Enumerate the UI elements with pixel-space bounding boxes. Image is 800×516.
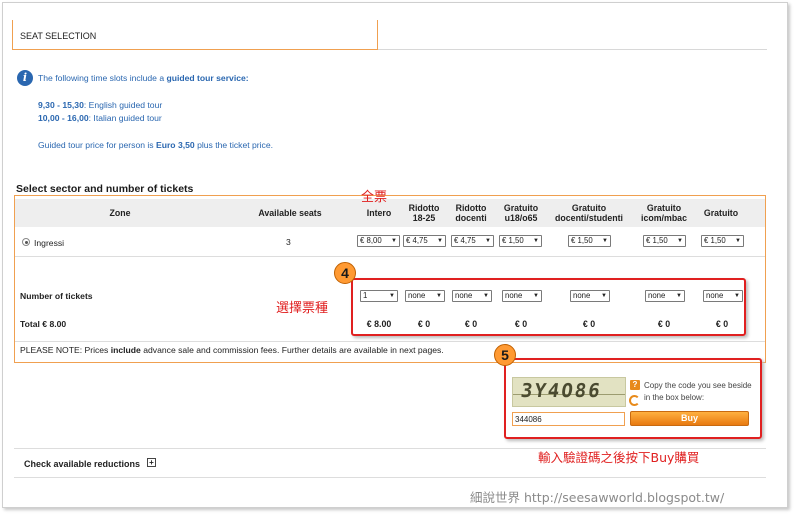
section-title: Select sector and number of tickets (16, 183, 194, 195)
col-header-gratuito-icom: Gratuito icom/mbac (641, 203, 687, 223)
row-divider (15, 256, 765, 257)
captcha-hint: Copy the code you see beside in the box … (644, 381, 752, 402)
unit-price-select[interactable]: € 1,50 ▼ (701, 235, 744, 247)
total-label: Total € 8.00 (20, 319, 67, 329)
captcha-code-text: 3Y4O86 (519, 380, 604, 402)
zone-name: Ingressi (34, 238, 65, 248)
expand-plus-icon[interactable]: + (147, 458, 156, 467)
watermark: 細說世界 http://seesawworld.blogspot.tw/ (470, 490, 725, 505)
unit-price-select[interactable]: € 4,75 ▼ (451, 235, 494, 247)
guided-tour-intro: The following time slots include a guide… (38, 73, 249, 83)
row-divider (15, 341, 765, 342)
unit-price-select[interactable]: € 1,50 ▼ (643, 235, 686, 247)
slot-italian: 10,00 - 16,00: Italian guided tour (38, 113, 162, 123)
help-icon[interactable]: ? (630, 380, 640, 390)
captcha-image: 3Y4O86 (512, 377, 626, 407)
seat-selection-title: SEAT SELECTION (20, 31, 97, 41)
col-header-gratuito: Gratuito (703, 208, 739, 218)
buy-button[interactable]: Buy (630, 411, 749, 426)
captcha-input[interactable] (512, 412, 625, 426)
zone-radio[interactable] (22, 238, 30, 246)
annotation-box-step4 (351, 278, 746, 336)
available-seats: 3 (286, 237, 291, 247)
slot-english: 9,30 - 15,30: English guided tour (38, 100, 163, 110)
unit-price-select[interactable]: € 1,50 ▼ (568, 235, 611, 247)
unit-price-select[interactable]: € 8,00 ▼ (357, 235, 400, 247)
refresh-icon[interactable] (629, 395, 640, 406)
col-header-seats: Available seats (258, 208, 322, 218)
number-of-tickets-label: Number of tickets (20, 291, 93, 301)
col-header-ridotto-18-25: Ridotto 18-25 (408, 203, 440, 223)
unit-price-select[interactable]: € 4,75 ▼ (403, 235, 446, 247)
annotation-choose-type: 選擇票種 (276, 301, 329, 316)
check-reductions-link[interactable]: Check available reductions (24, 459, 140, 469)
info-icon: i (17, 70, 33, 86)
col-header-zone: Zone (109, 208, 131, 218)
guided-tour-price: Guided tour price for person is Euro 3,5… (38, 140, 274, 150)
col-header-gratuito-docenti: Gratuito docenti/studenti (555, 203, 623, 223)
col-header-intero: Intero (366, 208, 392, 218)
annotation-full-ticket: 全票 (361, 190, 388, 205)
col-header-gratuito-u18: Gratuito u18/o65 (503, 203, 539, 223)
price-note: PLEASE NOTE: Prices include advance sale… (20, 345, 444, 355)
unit-price-select[interactable]: € 1,50 ▼ (499, 235, 542, 247)
step-4-badge: 4 (334, 262, 356, 284)
tab-divider (378, 49, 767, 50)
step-5-badge: 5 (494, 344, 516, 366)
col-header-ridotto-docenti: Ridotto docenti (455, 203, 487, 223)
